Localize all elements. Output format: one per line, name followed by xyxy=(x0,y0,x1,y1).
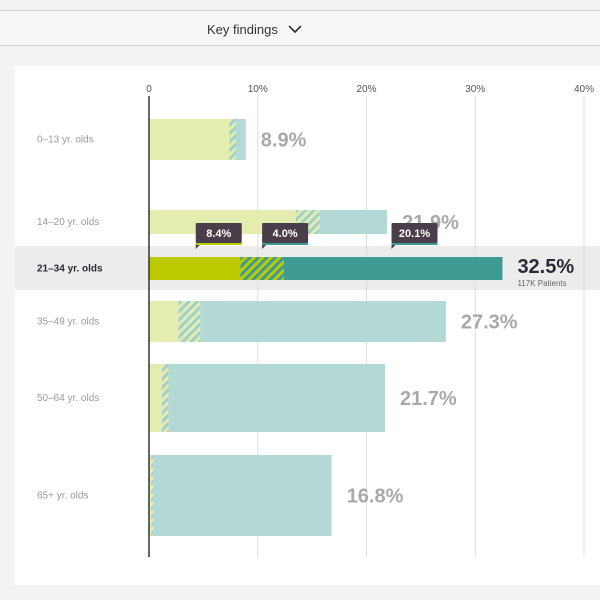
stacked-bar-chart: 0 10% 20% 30% 40% 0–13 yr. olds 8.9% 14–20 yr.… xyxy=(15,84,600,557)
key-findings-dropdown[interactable]: Key findings xyxy=(207,19,302,39)
bar-segment-s2 xyxy=(162,364,169,432)
chart-panel: 0 10% 20% 30% 40% 0–13 yr. olds 8.9% 14–20 yr.… xyxy=(15,66,600,585)
bar-segment-s3 xyxy=(168,364,385,432)
bar-segment-s3 xyxy=(200,301,446,342)
total-value-label: 8.9% xyxy=(261,130,307,152)
bar-segment-s2 xyxy=(240,257,284,280)
bar-segment-s1 xyxy=(149,119,230,160)
category-label: 0–13 yr. olds xyxy=(37,135,94,146)
total-value-label: 16.8% xyxy=(347,486,404,508)
bar-segment-s2 xyxy=(151,455,154,536)
category-label: 50–64 yr. olds xyxy=(37,393,99,404)
category-label: 65+ yr. olds xyxy=(37,491,88,502)
category-label: 35–49 yr. olds xyxy=(37,317,99,328)
top-bar: Key findings xyxy=(0,10,600,46)
patients-sublabel: 117K Patients xyxy=(517,279,566,288)
callout-value: 8.4% xyxy=(206,228,231,240)
bar-segment-s3 xyxy=(153,455,332,536)
bar-segment-s1 xyxy=(149,364,163,432)
x-tick-label: 0 xyxy=(146,84,152,95)
total-value-label: 21.7% xyxy=(400,388,457,410)
callout-value: 20.1% xyxy=(399,228,430,240)
bar-segment-s2 xyxy=(178,301,201,342)
callout-value: 4.0% xyxy=(273,228,298,240)
category-label: 21–34 yr. olds xyxy=(37,264,103,275)
chevron-down-icon xyxy=(288,25,302,33)
bar-segment-s3 xyxy=(319,210,388,234)
bar-segment-s2 xyxy=(229,119,236,160)
bar-segment-s1 xyxy=(149,301,179,342)
bar-segment-s3 xyxy=(236,119,246,160)
dropdown-label: Key findings xyxy=(207,21,278,37)
x-tick-label: 30% xyxy=(465,84,485,95)
x-tick-label: 20% xyxy=(356,84,376,95)
x-tick-label: 40% xyxy=(574,84,594,95)
bar-segment-s3 xyxy=(283,257,503,280)
bar-segment-s1 xyxy=(149,257,241,280)
total-value-label: 27.3% xyxy=(461,312,518,334)
total-value-label: 32.5% xyxy=(517,256,574,278)
x-tick-label: 10% xyxy=(248,84,268,95)
category-label: 14–20 yr. olds xyxy=(37,217,99,228)
